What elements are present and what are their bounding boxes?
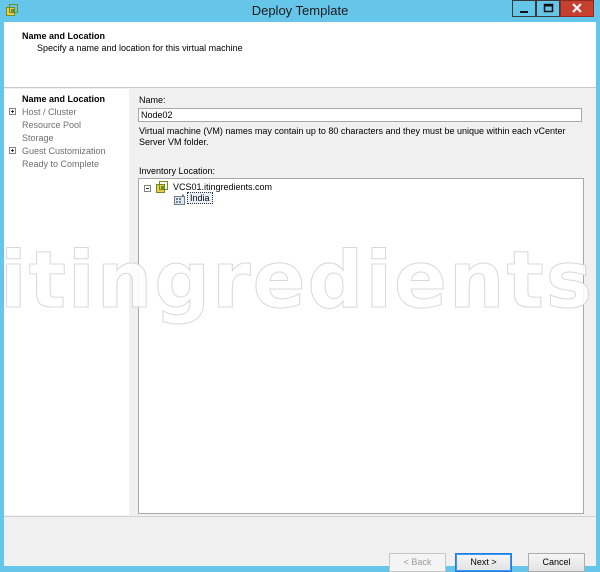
cancel-button[interactable]: Cancel bbox=[528, 553, 585, 572]
next-button[interactable]: Next > bbox=[455, 553, 512, 572]
tree-node-datacenter-label: India bbox=[187, 192, 213, 204]
name-label: Name: bbox=[139, 95, 166, 105]
collapse-minus-icon[interactable] bbox=[144, 185, 151, 192]
minimize-button[interactable] bbox=[512, 0, 536, 17]
page-title: Name and Location bbox=[22, 31, 106, 41]
step-name-and-location[interactable]: Name and Location bbox=[22, 94, 105, 104]
step-ready-to-complete[interactable]: Ready to Complete bbox=[22, 159, 99, 169]
back-button[interactable]: < Back bbox=[389, 553, 446, 572]
vcenter-icon bbox=[156, 181, 169, 196]
vm-name-input[interactable] bbox=[138, 108, 582, 122]
maximize-button[interactable] bbox=[536, 0, 560, 17]
wizard-footer: < Back Next > Cancel bbox=[4, 516, 596, 572]
title-bar[interactable]: Deploy Template bbox=[0, 0, 600, 22]
inventory-tree[interactable]: VCS01.itingredients.com India bbox=[138, 178, 584, 514]
tree-node-vcenter[interactable]: VCS01.itingredients.com bbox=[173, 182, 272, 192]
step-host-cluster[interactable]: Host / Cluster bbox=[22, 107, 77, 117]
expand-plus-icon[interactable] bbox=[9, 147, 16, 154]
tree-node-datacenter[interactable]: India bbox=[187, 192, 213, 204]
deploy-template-window: Name and Location Specify a name and loc… bbox=[4, 22, 596, 572]
step-guest-customization[interactable]: Guest Customization bbox=[22, 146, 106, 156]
close-button[interactable] bbox=[560, 0, 594, 17]
name-help-text: Virtual machine (VM) names may contain u… bbox=[139, 126, 566, 147]
datacenter-icon bbox=[173, 193, 186, 208]
expand-plus-icon[interactable] bbox=[9, 108, 16, 115]
page-subtitle: Specify a name and location for this vir… bbox=[37, 43, 243, 53]
inventory-location-label: Inventory Location: bbox=[139, 166, 216, 176]
step-storage[interactable]: Storage bbox=[22, 133, 54, 143]
step-resource-pool[interactable]: Resource Pool bbox=[22, 120, 81, 130]
wizard-content: Name: Virtual machine (VM) names may con… bbox=[130, 89, 596, 515]
wizard-header: Name and Location Specify a name and loc… bbox=[4, 22, 596, 88]
window-title: Deploy Template bbox=[251, 3, 349, 18]
wizard-steps-nav: Name and Location Host / Cluster Resourc… bbox=[4, 89, 129, 515]
